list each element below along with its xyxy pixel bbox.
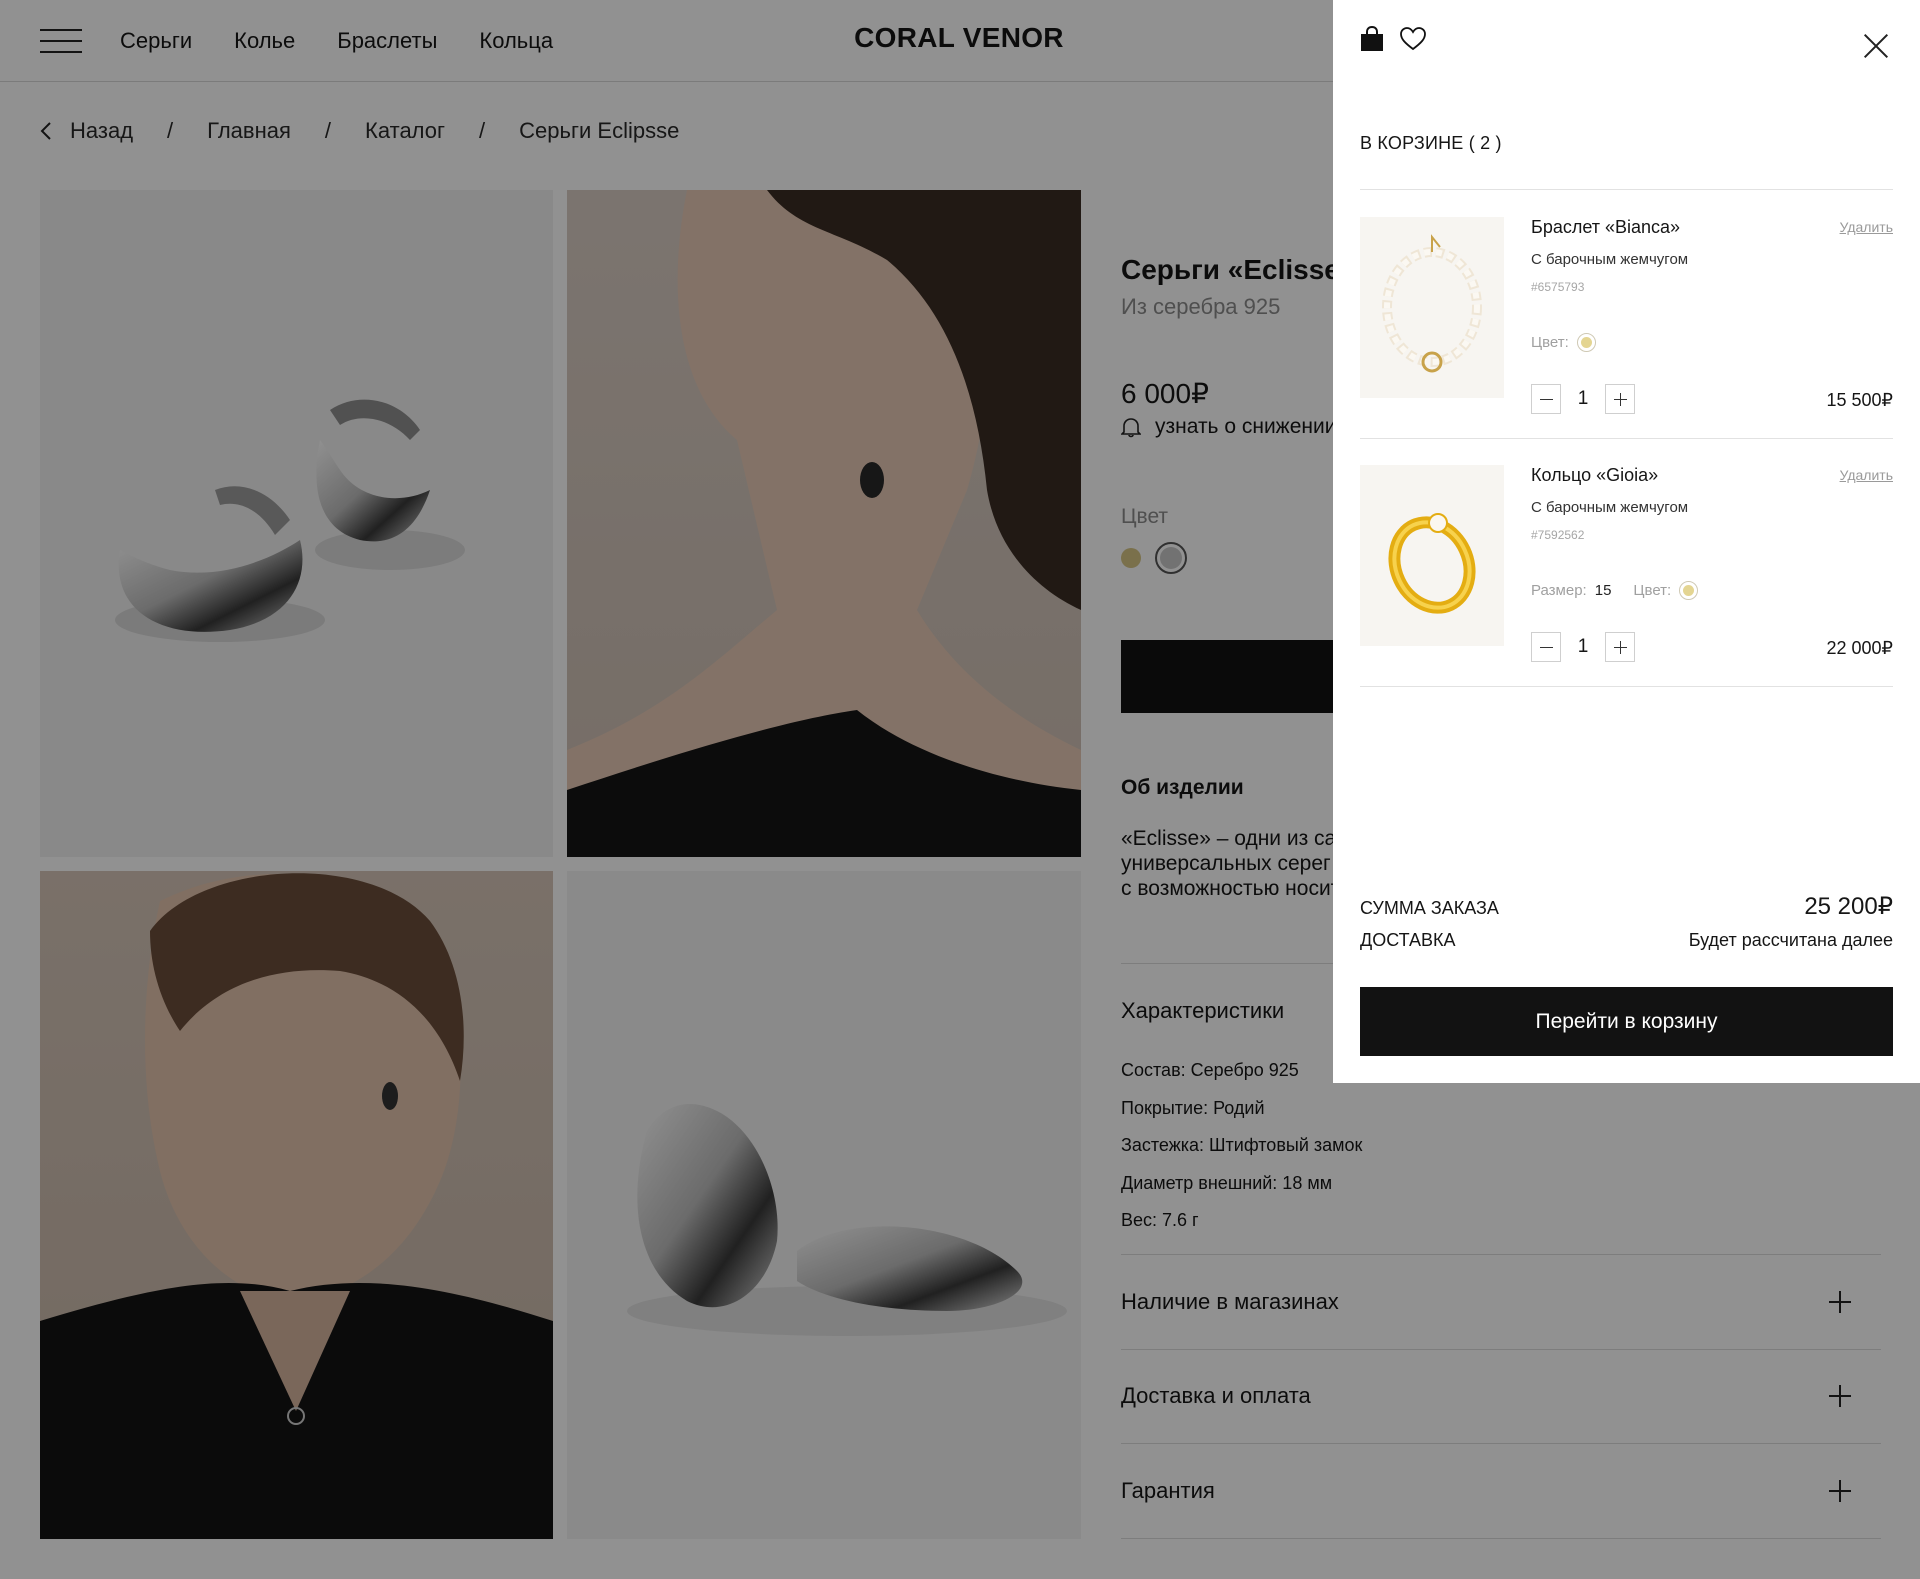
order-sum-value: 25 200₽	[1804, 893, 1893, 920]
cart-item-sku: #7592562	[1531, 528, 1585, 542]
cart-item-description: С барочным жемчугом	[1531, 499, 1689, 516]
decrease-quantity-button[interactable]	[1531, 632, 1561, 662]
divider	[1360, 189, 1893, 190]
cart-item-attributes: Цвет:	[1531, 333, 1596, 352]
delivery-label: ДОСТАВКА	[1360, 930, 1456, 950]
increase-quantity-button[interactable]	[1605, 632, 1635, 662]
delivery-value: Будет рассчитана далее	[1688, 930, 1893, 950]
size-attr-value: 15	[1594, 582, 1612, 599]
remove-item-link[interactable]: Удалить	[1840, 467, 1893, 483]
quantity-stepper: 1	[1531, 384, 1635, 414]
cart-item: Браслет «Bianca» Удалить С барочным жемч…	[1360, 191, 1893, 438]
remove-item-link[interactable]: Удалить	[1840, 219, 1893, 235]
cart-item-price: 15 500₽	[1826, 390, 1893, 410]
size-attr-label: Размер:	[1531, 582, 1587, 599]
heart-icon[interactable]	[1400, 27, 1426, 51]
close-icon[interactable]	[1863, 33, 1889, 59]
cart-item-name[interactable]: Браслет «Bianca»	[1531, 217, 1680, 238]
cart-item-name[interactable]: Кольцо «Gioia»	[1531, 465, 1658, 486]
divider	[1360, 686, 1893, 687]
quantity-stepper: 1	[1531, 632, 1635, 662]
decrease-quantity-button[interactable]	[1531, 384, 1561, 414]
color-attr-label: Цвет:	[1633, 582, 1672, 599]
color-swatch-gold	[1576, 333, 1596, 352]
cart-item-image[interactable]	[1360, 465, 1504, 646]
go-to-cart-button[interactable]: Перейти в корзину	[1360, 987, 1893, 1056]
order-sum-label: СУММА ЗАКАЗА	[1360, 898, 1499, 918]
color-attr-label: Цвет:	[1531, 334, 1569, 351]
cart-item-description: С барочным жемчугом	[1531, 251, 1689, 268]
color-swatch-gold	[1679, 581, 1699, 600]
cart-item-sku: #6575793	[1531, 280, 1585, 294]
cart-item-attributes: Размер: 15 Цвет:	[1531, 581, 1699, 600]
cart-drawer: В КОРЗИНЕ ( 2 ) Браслет «Bianca» Удалить…	[1333, 0, 1920, 1083]
quantity-value: 1	[1577, 388, 1589, 409]
cart-item-image[interactable]	[1360, 217, 1504, 398]
cart-item: Кольцо «Gioia» Удалить С барочным жемчуг…	[1360, 439, 1893, 686]
cart-title: В КОРЗИНЕ ( 2 )	[1360, 133, 1502, 153]
increase-quantity-button[interactable]	[1605, 384, 1635, 414]
cart-item-price: 22 000₽	[1826, 638, 1893, 658]
shopping-bag-icon[interactable]	[1360, 26, 1384, 52]
quantity-value: 1	[1577, 636, 1589, 657]
